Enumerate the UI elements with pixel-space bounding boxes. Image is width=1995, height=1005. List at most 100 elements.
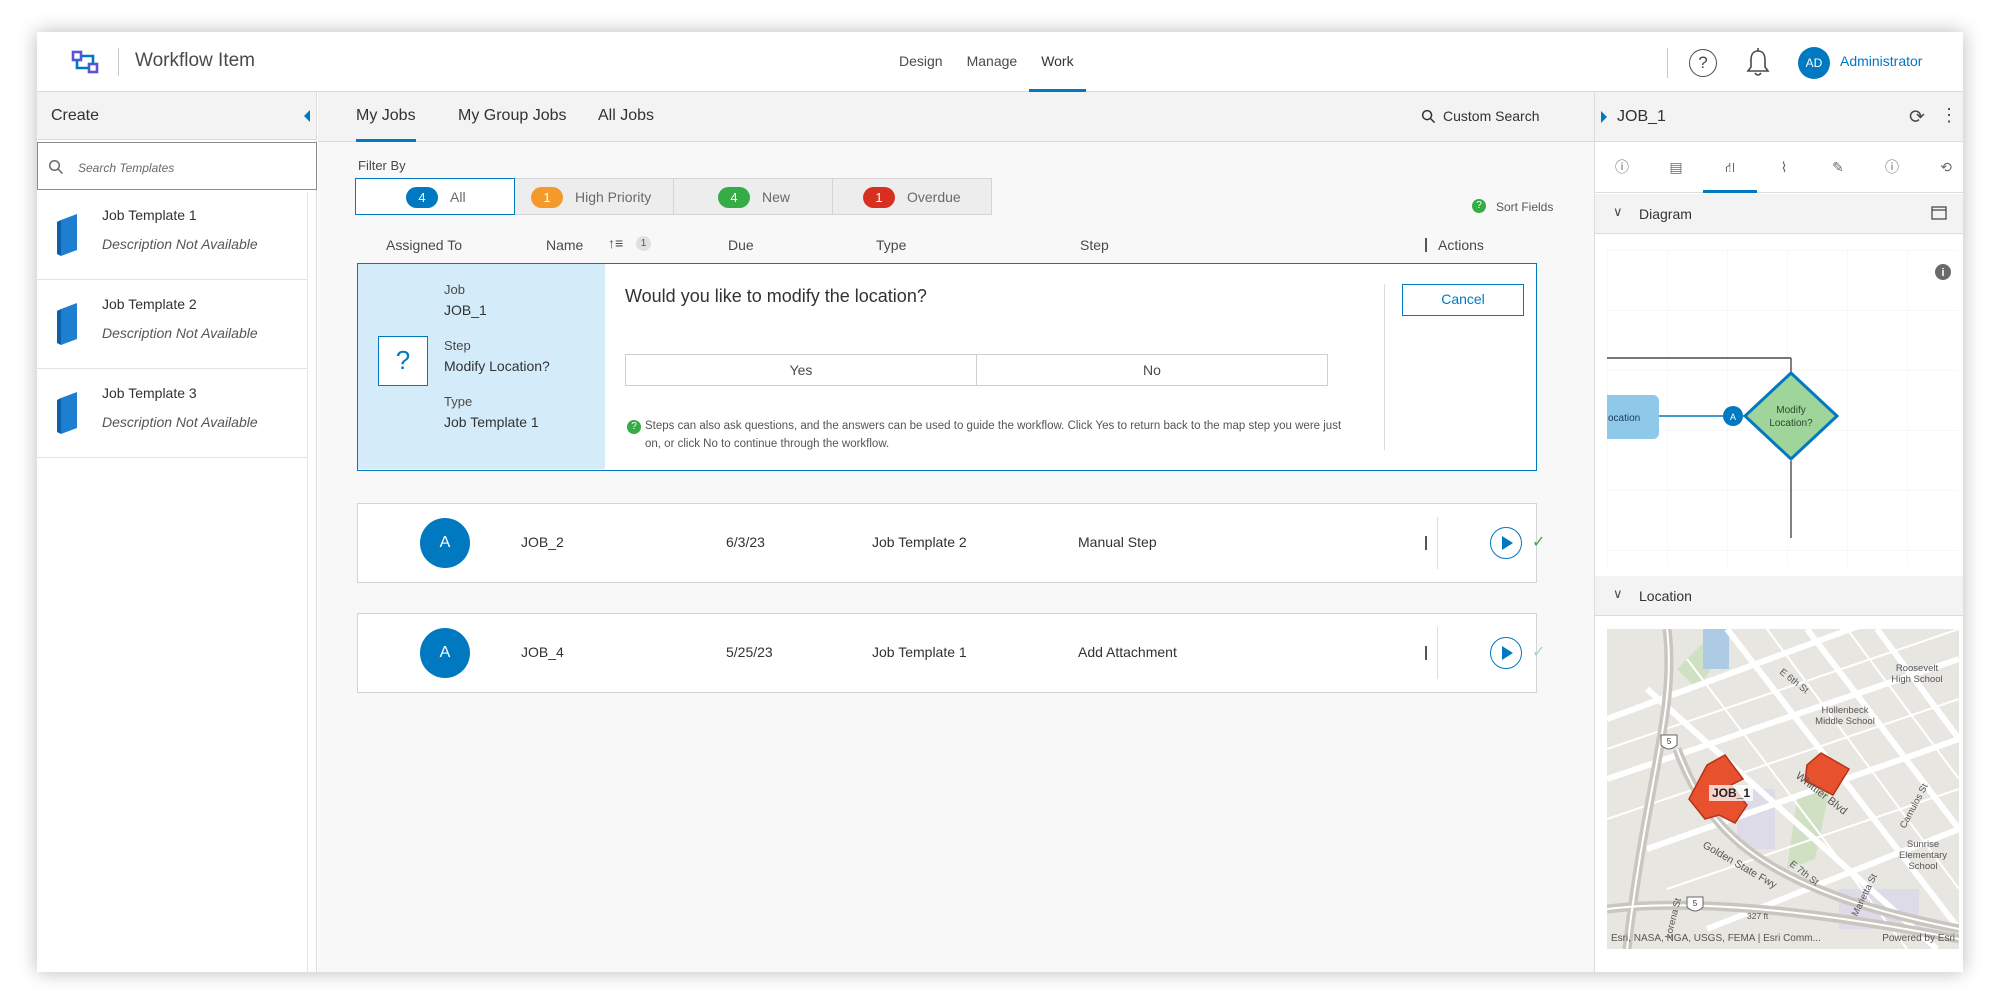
location-section-header[interactable]: ∨ Location — [1595, 576, 1963, 616]
finish-step-check-icon[interactable]: ✓ — [1532, 532, 1545, 552]
svg-text:JOB_1: JOB_1 — [1712, 786, 1750, 800]
sort-fields-label: Sort Fields — [1496, 200, 1554, 214]
template-description: Description Not Available — [102, 325, 258, 341]
job-row-expanded: ? Job JOB_1 Step Modify Location? Type J… — [357, 263, 1537, 471]
workflow-diagram[interactable]: ocation Modify Location? A i — [1607, 250, 1959, 566]
alert-tab-icon[interactable]: ⓘ — [1865, 143, 1919, 193]
interstate-shield-icon: 5 — [1686, 896, 1704, 912]
map-canvas: JOB_1 E 6th St Whittier Blvd E 7th St Go… — [1607, 629, 1959, 949]
workflow-logo-icon[interactable] — [69, 46, 101, 78]
nav-work[interactable]: Work — [1029, 32, 1086, 92]
col-due[interactable]: Due — [728, 237, 754, 253]
no-button[interactable]: No — [976, 355, 1327, 385]
svg-text:Hollenbeck: Hollenbeck — [1822, 705, 1869, 716]
template-search-input[interactable]: Search Templates — [37, 142, 317, 190]
row-divider — [1437, 627, 1438, 679]
expand-diagram-icon[interactable] — [1931, 206, 1947, 220]
col-step[interactable]: Step — [1080, 237, 1109, 253]
location-map[interactable]: JOB_1 E 6th St Whittier Blvd E 7th St Go… — [1607, 629, 1959, 949]
sort-ascending-icon[interactable]: ↑≡ — [608, 235, 623, 251]
finish-step-check-icon[interactable]: ✓ — [1532, 642, 1545, 662]
attachments-tab-icon[interactable]: ⌇ — [1757, 143, 1811, 193]
left-panel-scrollbar[interactable] — [307, 192, 308, 972]
tab-my-group-jobs[interactable]: My Group Jobs — [458, 92, 566, 142]
template-name: Job Template 3 — [102, 385, 197, 401]
edit-tab-icon[interactable]: ✎ — [1811, 143, 1865, 193]
filter-chips: 4 All 1 High Priority 4 New 1 Overdue — [355, 178, 992, 215]
diagram-section-header[interactable]: ∨ Diagram — [1595, 194, 1963, 234]
sort-fields-button[interactable]: ? Sort Fields — [1472, 199, 1554, 214]
template-item[interactable]: Job Template 3 Description Not Available — [37, 370, 307, 458]
search-placeholder: Search Templates — [78, 161, 175, 175]
col-type[interactable]: Type — [876, 237, 906, 253]
job-row[interactable]: A JOB_4 5/25/23 Job Template 1 Add Attac… — [357, 613, 1545, 693]
filter-label: High Priority — [575, 189, 652, 205]
step-value: Modify Location? — [444, 358, 550, 374]
tab-my-jobs[interactable]: My Jobs — [356, 92, 416, 142]
job-due: 5/25/23 — [726, 644, 773, 660]
row-divider — [1384, 284, 1385, 450]
row-divider — [1437, 517, 1438, 569]
create-panel-header: Create — [37, 92, 316, 140]
create-panel: Create Search Templates Job Template 1 D… — [37, 92, 317, 972]
filter-high-priority[interactable]: 1 High Priority — [514, 178, 674, 215]
user-avatar[interactable]: AD — [1798, 47, 1830, 79]
filter-label: New — [762, 189, 791, 205]
jobs-panel: My Jobs My Group Jobs All Jobs Custom Se… — [318, 92, 1594, 972]
col-name[interactable]: Name — [546, 237, 583, 253]
sort-order-badge: 1 — [636, 236, 651, 251]
job-row[interactable]: A JOB_2 6/3/23 Job Template 2 Manual Ste… — [357, 503, 1545, 583]
step-hint: Steps can also ask questions, and the an… — [645, 420, 1342, 450]
custom-search-button[interactable]: Custom Search — [1421, 108, 1539, 124]
template-item[interactable]: Job Template 1 Description Not Available — [37, 192, 307, 280]
nav-manage[interactable]: Manage — [955, 32, 1030, 92]
template-description: Description Not Available — [102, 414, 258, 430]
powered-by-esri[interactable]: Powered by Esri — [1882, 933, 1955, 944]
interstate-shield-icon: 5 — [1660, 734, 1678, 750]
filter-overdue[interactable]: 1 Overdue — [832, 178, 992, 215]
job-details-panel: JOB_1 ⟳ ⋮ ⓘ ▤ ⛙ ⌇ ✎ ⓘ ⟲ ∨ Diagram ocatio… — [1594, 92, 1963, 972]
nav-design[interactable]: Design — [887, 32, 955, 92]
notification-bell-icon[interactable] — [1743, 47, 1773, 79]
comments-tab-icon[interactable]: ▤ — [1649, 143, 1703, 193]
info-tab-icon[interactable]: ⓘ — [1595, 143, 1649, 193]
run-step-button[interactable] — [1490, 637, 1522, 669]
workflow-tab-icon[interactable]: ⛙ — [1703, 143, 1757, 193]
refresh-icon[interactable]: ⟳ — [1909, 106, 1925, 129]
collapse-right-caret-icon[interactable] — [1601, 111, 1607, 123]
cancel-button[interactable]: Cancel — [1402, 284, 1524, 316]
svg-text:High School: High School — [1891, 674, 1942, 685]
svg-text:ocation: ocation — [1608, 413, 1640, 424]
map-attribution[interactable]: Esri, NASA, NGA, USGS, FEMA | Esri Comm.… — [1611, 933, 1821, 944]
svg-text:5: 5 — [1667, 737, 1672, 746]
header-divider — [1667, 48, 1668, 78]
truncated-cell-marker — [1425, 646, 1427, 660]
job-type: Job Template 1 — [872, 644, 967, 660]
yes-button[interactable]: Yes — [626, 355, 976, 385]
search-icon — [48, 159, 64, 175]
book-icon — [57, 214, 77, 256]
col-actions: Actions — [1438, 237, 1484, 253]
col-assigned-to[interactable]: Assigned To — [386, 237, 462, 253]
user-name-link[interactable]: Administrator — [1840, 53, 1922, 69]
svg-text:School: School — [1908, 861, 1937, 872]
help-icon[interactable]: ? — [1689, 49, 1717, 77]
tab-all-jobs[interactable]: All Jobs — [598, 92, 654, 142]
history-tab-icon[interactable]: ⟲ — [1919, 143, 1963, 193]
jobs-tabs: My Jobs My Group Jobs All Jobs Custom Se… — [318, 92, 1594, 142]
run-step-button[interactable] — [1490, 527, 1522, 559]
more-options-icon[interactable]: ⋮ — [1940, 105, 1958, 126]
filter-label: All — [450, 189, 466, 205]
column-resize-handle[interactable] — [1425, 238, 1427, 252]
svg-text:i: i — [1941, 267, 1944, 279]
chevron-down-icon: ∨ — [1613, 586, 1623, 601]
svg-text:Sunrise: Sunrise — [1907, 839, 1939, 850]
filter-new[interactable]: 4 New — [673, 178, 833, 215]
collapse-left-caret-icon[interactable] — [304, 110, 310, 122]
book-icon — [57, 303, 77, 345]
main-nav: Design Manage Work — [887, 32, 1086, 92]
filter-all[interactable]: 4 All — [355, 178, 515, 215]
svg-text:Location?: Location? — [1769, 418, 1813, 429]
template-item[interactable]: Job Template 2 Description Not Available — [37, 281, 307, 369]
job-label: Job — [444, 282, 465, 297]
